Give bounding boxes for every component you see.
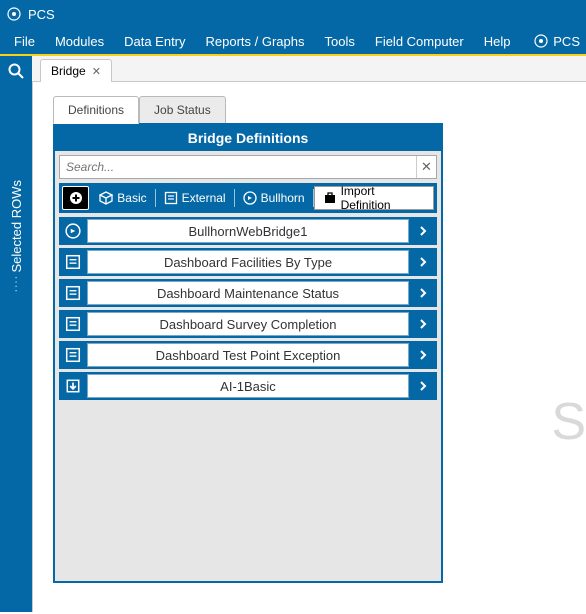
list-item-label: Dashboard Facilities By Type — [87, 250, 409, 274]
brand-logo-icon — [533, 33, 549, 49]
list-item[interactable]: Dashboard Maintenance Status — [59, 279, 437, 307]
import-icon — [323, 191, 337, 205]
bullhorn-icon — [243, 191, 257, 205]
chevron-right-icon[interactable] — [409, 248, 437, 276]
external-icon — [59, 341, 87, 369]
brand-label: PCS — [553, 34, 580, 49]
menu-file[interactable]: File — [4, 30, 45, 53]
external-button[interactable]: External — [156, 184, 234, 212]
bullhorn-label: Bullhorn — [261, 191, 305, 205]
list-item-label: AI-1Basic — [87, 374, 409, 398]
menu-data-entry[interactable]: Data Entry — [114, 30, 195, 53]
bullhorn-icon — [59, 217, 87, 245]
list-item[interactable]: Dashboard Survey Completion — [59, 310, 437, 338]
tab-definitions[interactable]: Definitions — [53, 96, 139, 124]
import-definition-button[interactable]: Import Definition — [314, 186, 434, 210]
plus-icon — [69, 191, 83, 205]
menu-bar: File Modules Data Entry Reports / Graphs… — [0, 28, 586, 56]
title-bar: PCS — [0, 0, 586, 28]
list-item[interactable]: Dashboard Test Point Exception — [59, 341, 437, 369]
import-icon — [59, 372, 87, 400]
external-icon — [164, 191, 178, 205]
external-label: External — [182, 191, 226, 205]
left-rail: Selected ROWs ···· — [0, 56, 32, 612]
list-item-label: Dashboard Test Point Exception — [87, 343, 409, 367]
chevron-right-icon[interactable] — [409, 341, 437, 369]
chevron-right-icon[interactable] — [409, 279, 437, 307]
menu-modules[interactable]: Modules — [45, 30, 114, 53]
watermark-text: S — [551, 392, 586, 452]
rail-grip-icon: ···· — [11, 276, 22, 293]
menu-tools[interactable]: Tools — [315, 30, 365, 53]
list-item-label: Dashboard Survey Completion — [87, 312, 409, 336]
add-button[interactable] — [62, 186, 89, 210]
chevron-right-icon[interactable] — [409, 372, 437, 400]
menu-field-computer[interactable]: Field Computer — [365, 30, 474, 53]
document-tab-bridge[interactable]: Bridge ✕ — [40, 59, 112, 82]
close-icon[interactable]: ✕ — [92, 65, 101, 78]
external-icon — [59, 310, 87, 338]
bullhorn-button[interactable]: Bullhorn — [235, 184, 313, 212]
definitions-toolbar: Basic External Bullhorn — [59, 183, 437, 213]
cube-icon — [99, 191, 113, 205]
external-icon — [59, 248, 87, 276]
search-icon[interactable] — [7, 62, 25, 80]
document-body: Definitions Job Status Bridge Definition… — [32, 82, 586, 612]
basic-label: Basic — [117, 191, 146, 205]
bridge-definitions-panel: Bridge Definitions ✕ Ba — [53, 123, 443, 583]
import-label: Import Definition — [341, 184, 425, 212]
definitions-list: BullhornWebBridge1 Dashboard Facilities … — [59, 217, 437, 400]
menu-brand: PCS — [533, 33, 580, 49]
inner-tab-strip: Definitions Job Status — [53, 96, 586, 124]
selected-rows-label[interactable]: Selected ROWs — [9, 180, 24, 272]
menu-help[interactable]: Help — [474, 30, 521, 53]
search-box: ✕ — [59, 155, 437, 179]
tab-job-status[interactable]: Job Status — [139, 96, 226, 124]
external-icon — [59, 279, 87, 307]
panel-title: Bridge Definitions — [55, 125, 441, 151]
app-title: PCS — [28, 7, 55, 22]
list-item[interactable]: Dashboard Facilities By Type — [59, 248, 437, 276]
search-input[interactable] — [60, 160, 416, 174]
list-item-label: Dashboard Maintenance Status — [87, 281, 409, 305]
document-tab-label: Bridge — [51, 64, 86, 78]
document-tab-strip: Bridge ✕ — [32, 56, 586, 82]
menu-reports[interactable]: Reports / Graphs — [196, 30, 315, 53]
list-item-label: BullhornWebBridge1 — [87, 219, 409, 243]
chevron-right-icon[interactable] — [409, 310, 437, 338]
chevron-right-icon[interactable] — [409, 217, 437, 245]
app-logo-icon — [6, 6, 22, 22]
list-item[interactable]: BullhornWebBridge1 — [59, 217, 437, 245]
list-item[interactable]: AI-1Basic — [59, 372, 437, 400]
basic-button[interactable]: Basic — [91, 184, 154, 212]
clear-search-icon[interactable]: ✕ — [416, 156, 436, 178]
